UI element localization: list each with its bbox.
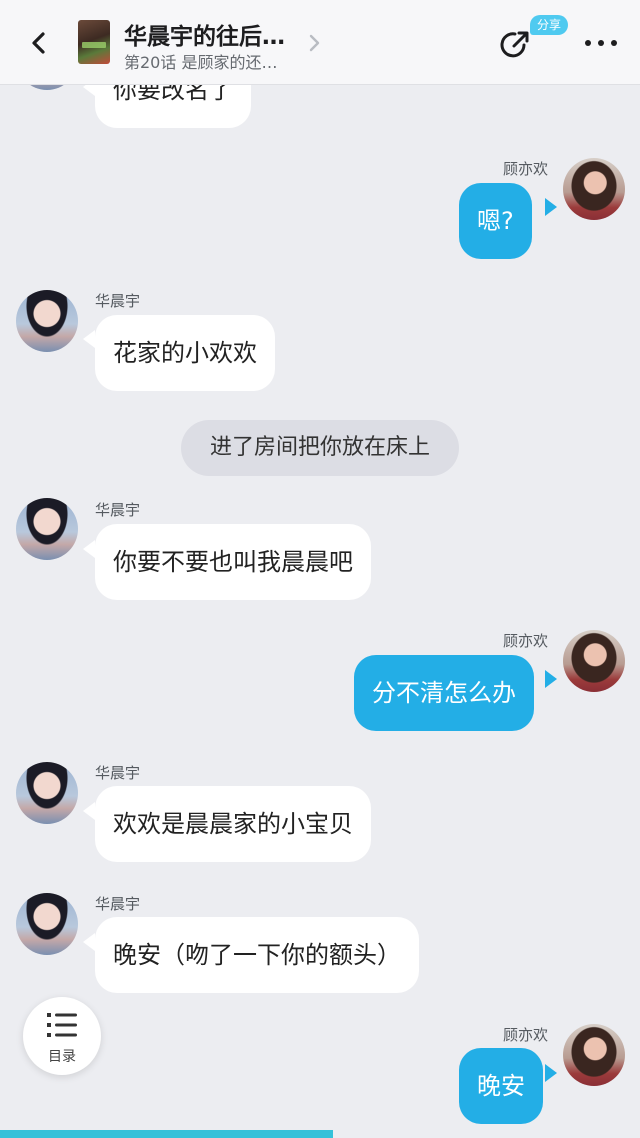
top-nav-bar: 华晨宇的往后… 第20话 是顾家的还… 分享 [0,0,640,85]
sender-name: 顾亦欢 [503,160,549,178]
sender-name: 华晨宇 [95,764,141,782]
more-icon[interactable] [583,37,619,49]
sender-name: 华晨宇 [95,292,141,310]
sender-name: 华晨宇 [95,501,141,519]
message-bubble: 分不清怎么办 [354,655,534,731]
reading-progress-fill [0,1130,333,1138]
share-icon[interactable] [497,27,533,63]
chat-area: 你要改名了 顾亦欢 嗯? 华晨宇 花家的小欢欢 进了房间把你放在床上 华晨宇 你… [0,0,640,1138]
message-bubble: 你要不要也叫我晨晨吧 [95,524,371,600]
story-title[interactable]: 华晨宇的往后… [124,17,285,51]
sender-name: 顾亦欢 [503,632,549,650]
message-bubble: 晚安 [459,1048,543,1124]
avatar[interactable] [16,762,78,824]
catalog-button[interactable]: 目录 [23,997,101,1075]
sender-name: 顾亦欢 [503,1026,549,1044]
reading-progress-bar [0,1130,640,1138]
avatar[interactable] [16,893,78,955]
message-bubble: 嗯? [459,183,532,259]
avatar[interactable] [563,1024,625,1086]
avatar[interactable] [16,290,78,352]
avatar[interactable] [16,498,78,560]
narration-bubble: 进了房间把你放在床上 [181,420,459,476]
back-icon[interactable] [22,26,56,60]
message-bubble: 欢欢是晨晨家的小宝贝 [95,786,371,862]
sender-name: 华晨宇 [95,895,141,913]
list-icon [47,1013,77,1037]
share-badge[interactable]: 分享 [530,15,569,35]
message-bubble: 花家的小欢欢 [95,315,275,391]
avatar[interactable] [563,158,625,220]
story-cover-thumbnail[interactable] [78,20,110,64]
chevron-right-icon[interactable] [306,32,322,54]
message-bubble: 晚安（吻了一下你的额头） [95,917,419,993]
avatar[interactable] [563,630,625,692]
chapter-subtitle[interactable]: 第20话 是顾家的还… [124,49,277,73]
catalog-label: 目录 [48,1049,76,1065]
